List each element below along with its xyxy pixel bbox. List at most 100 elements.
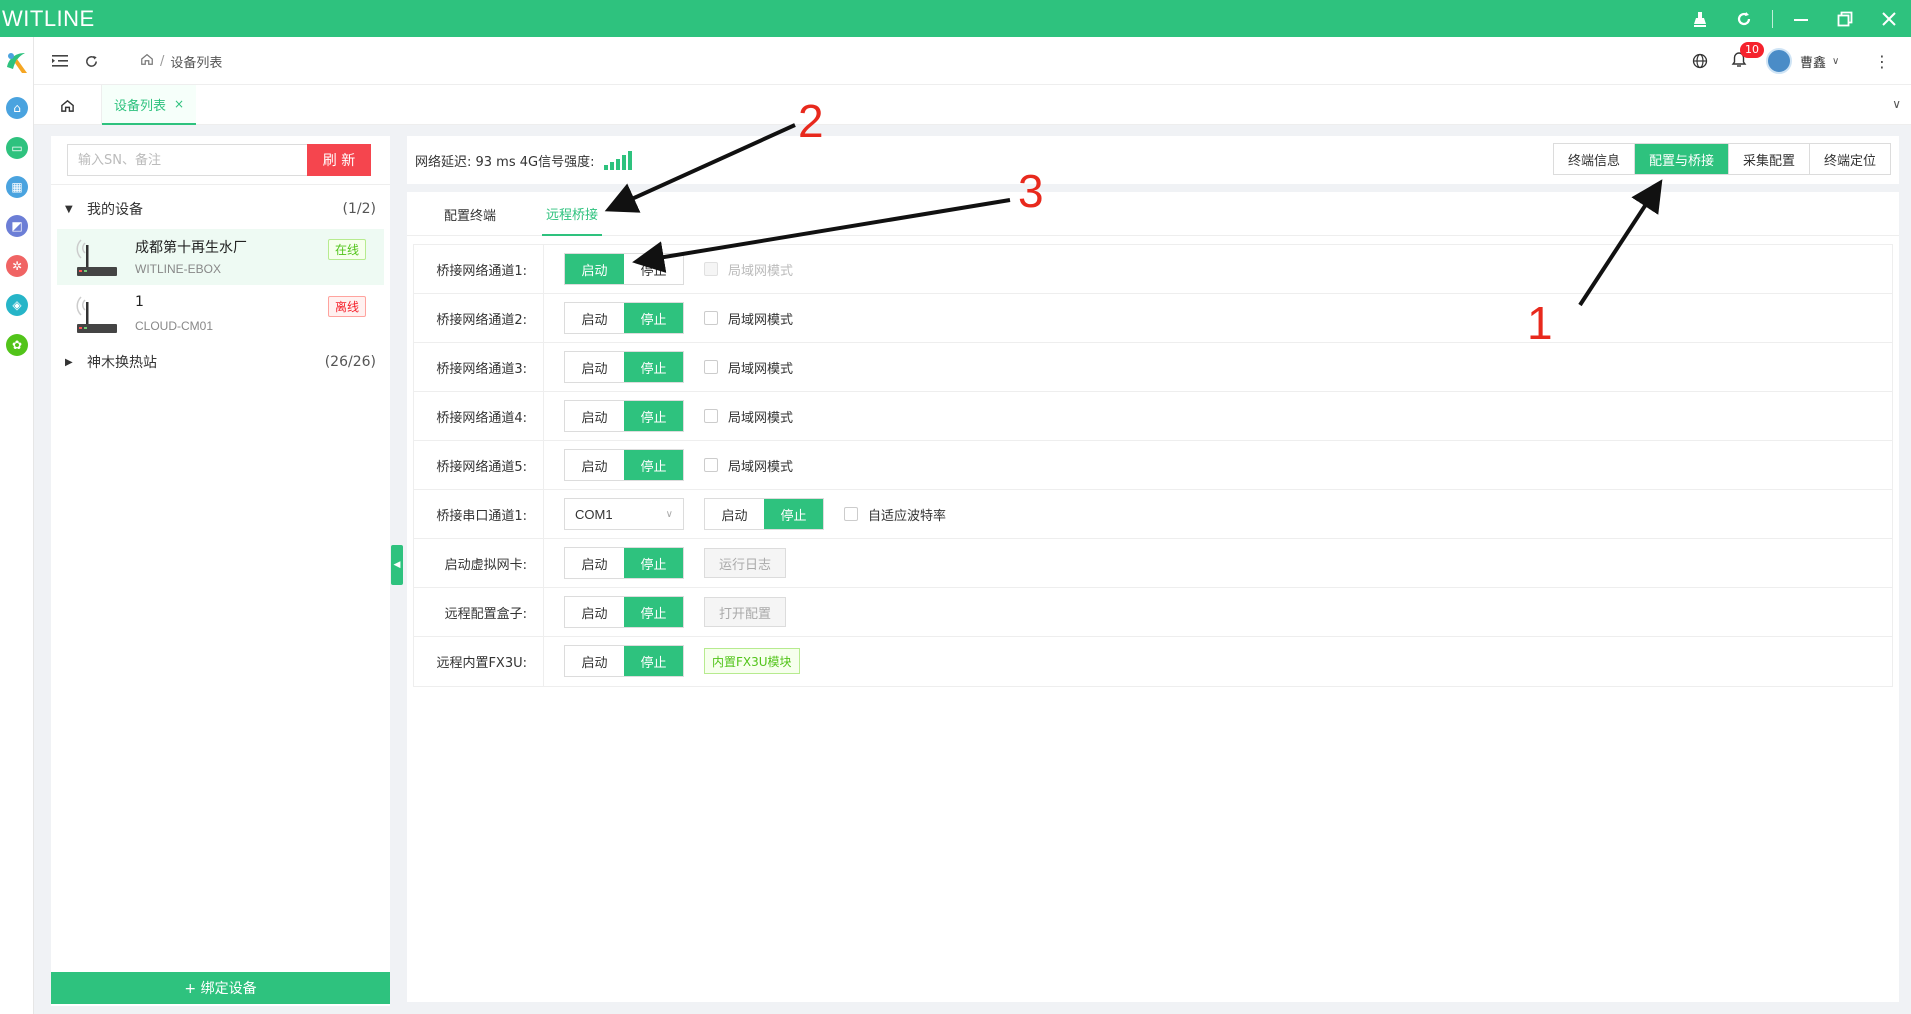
top-tab-group: 终端信息 配置与桥接 采集配置 终端定位 <box>1552 143 1891 175</box>
lan-mode-checkbox[interactable]: 局域网模式 <box>704 260 793 279</box>
stop-button[interactable]: 停止 <box>624 254 683 284</box>
reload-icon[interactable] <box>1722 0 1766 37</box>
row-label: 桥接网络通道5: <box>414 440 544 490</box>
minimize-icon[interactable] <box>1779 0 1823 37</box>
app-title: WITLINE <box>2 5 95 31</box>
row-controls: 启动 停止 局域网模式 <box>564 400 793 432</box>
start-stop-toggle: 启动 停止 <box>564 351 684 383</box>
device-search-input[interactable] <box>67 144 307 176</box>
aperture-nav-icon[interactable]: ✿ <box>6 334 28 356</box>
language-globe-icon[interactable] <box>1692 37 1708 85</box>
start-button[interactable]: 启动 <box>565 597 624 627</box>
stop-button[interactable]: 停止 <box>764 499 823 529</box>
subtab-config-terminal[interactable]: 配置终端 <box>440 192 500 236</box>
start-button[interactable]: 启动 <box>565 303 624 333</box>
table-row: 远程配置盒子: 启动 停止 打开配置 <box>414 587 1892 637</box>
start-stop-toggle: 启动 停止 <box>704 498 824 530</box>
tab-config-bridge[interactable]: 配置与桥接 <box>1633 144 1728 174</box>
row-label: 远程配置盒子: <box>414 587 544 637</box>
broom-icon[interactable] <box>1678 0 1722 37</box>
restore-icon[interactable] <box>1823 0 1867 37</box>
tabs-dropdown-icon[interactable]: ∨ <box>1892 97 1901 111</box>
start-stop-toggle: 启动 停止 <box>564 302 684 334</box>
row-controls: 启动 停止 打开配置 <box>564 596 787 628</box>
notification-bell[interactable]: 10 <box>1731 37 1764 85</box>
lan-mode-checkbox[interactable]: 局域网模式 <box>704 309 793 328</box>
start-stop-toggle: 启动 停止 <box>564 253 684 285</box>
serial-port-select[interactable]: COM1 ∨ <box>564 498 684 530</box>
home-tab[interactable] <box>34 85 102 125</box>
home-nav-icon[interactable]: ⌂ <box>6 97 28 119</box>
lan-mode-checkbox[interactable]: 局域网模式 <box>704 456 793 475</box>
row-label: 桥接网络通道4: <box>414 391 544 441</box>
user-name: 曹鑫 <box>1800 55 1827 71</box>
main-panel: 网络延迟: 93 ms 4G信号强度: 终端信息 配置与桥接 采集配置 终端定位… <box>407 136 1899 1002</box>
tab-terminal-info[interactable]: 终端信息 <box>1554 144 1634 174</box>
window-controls <box>1678 0 1911 37</box>
table-row: 桥接网络通道2: 启动 停止 局域网模式 <box>414 293 1892 343</box>
table-row: 桥接网络通道4: 启动 停止 局域网模式 <box>414 391 1892 441</box>
bridge-config-table: 桥接网络通道1: 启动 停止 局域网模式 桥接网络通道2: 启动 停止 局域网模… <box>413 244 1893 687</box>
top-header: / 设备列表 10 曹鑫 ∨ ⋮ <box>34 37 1911 85</box>
grid-nav-icon[interactable]: ▦ <box>6 176 28 198</box>
start-button[interactable]: 启动 <box>565 646 624 676</box>
tree-group-count: (1/2) <box>342 201 376 217</box>
row-controls: 启动 停止 运行日志 <box>564 547 787 579</box>
app-logo <box>3 47 31 75</box>
subtab-remote-bridge[interactable]: 远程桥接 <box>542 192 603 236</box>
start-stop-toggle: 启动 停止 <box>564 645 684 677</box>
lan-mode-checkbox[interactable]: 局域网模式 <box>704 407 793 426</box>
stop-button[interactable]: 停止 <box>624 401 683 431</box>
tab-collect-config[interactable]: 采集配置 <box>1727 144 1809 174</box>
more-vertical-icon[interactable]: ⋮ <box>1874 37 1890 85</box>
checkbox-box <box>704 262 718 276</box>
breadcrumb-current[interactable]: 设备列表 <box>170 52 222 71</box>
user-menu[interactable]: 曹鑫 ∨ <box>1766 37 1839 85</box>
settings-nav-icon[interactable]: ✲ <box>6 255 28 277</box>
start-stop-toggle: 启动 停止 <box>564 449 684 481</box>
open-config-button[interactable]: 打开配置 <box>704 597 787 627</box>
tree-group-my-devices[interactable]: ▼ 我的设备 (1/2) <box>51 193 390 225</box>
checkbox-box <box>844 507 858 521</box>
stop-button[interactable]: 停止 <box>624 597 683 627</box>
device-name: 成都第十再生水厂 <box>135 240 247 256</box>
bind-device-button[interactable]: + 绑定设备 <box>51 972 390 1004</box>
tab-terminal-location[interactable]: 终端定位 <box>1808 144 1890 174</box>
device-item[interactable]: 成都第十再生水厂 WITLINE-EBOX 在线 <box>57 229 384 285</box>
refresh-page-icon[interactable] <box>84 37 99 85</box>
adaptive-baud-checkbox[interactable]: 自适应波特率 <box>844 505 946 524</box>
stop-button[interactable]: 停止 <box>624 303 683 333</box>
stop-button[interactable]: 停止 <box>624 548 683 578</box>
refresh-button[interactable]: 刷 新 <box>307 144 371 176</box>
annotation-number-2: 2 <box>798 95 824 147</box>
chart-nav-icon[interactable]: ◩ <box>6 215 28 237</box>
tree-group-shenmu[interactable]: ▶ 神木换热站 (26/26) <box>51 346 390 378</box>
stop-button[interactable]: 停止 <box>624 450 683 480</box>
stop-button[interactable]: 停止 <box>624 646 683 676</box>
collapse-sidebar-handle[interactable]: ◀ <box>391 545 403 585</box>
start-button[interactable]: 启动 <box>705 499 764 529</box>
controls-divider <box>1772 9 1773 28</box>
run-log-button[interactable]: 运行日志 <box>704 548 787 578</box>
close-icon[interactable] <box>1867 0 1911 37</box>
start-button[interactable]: 启动 <box>565 548 624 578</box>
device-item[interactable]: 1 CLOUD-CM01 离线 <box>57 286 384 342</box>
lan-mode-checkbox[interactable]: 局域网模式 <box>704 358 793 377</box>
title-bar: WITLINE <box>0 0 1911 37</box>
device-nav-icon[interactable]: ▭ <box>6 137 28 159</box>
start-button[interactable]: 启动 <box>565 450 624 480</box>
page-tabs-bar: 设备列表 × ∨ <box>34 85 1911 125</box>
layers-nav-icon[interactable]: ◈ <box>6 294 28 316</box>
checkbox-box <box>704 409 718 423</box>
menu-toggle-icon[interactable] <box>52 37 68 85</box>
tab-device-list[interactable]: 设备列表 × <box>102 85 197 125</box>
start-button[interactable]: 启动 <box>565 254 624 284</box>
divider <box>51 184 390 185</box>
breadcrumb-home-icon[interactable] <box>140 52 154 70</box>
tab-close-icon[interactable]: × <box>174 97 184 111</box>
row-label: 桥接网络通道1: <box>414 244 544 294</box>
start-button[interactable]: 启动 <box>565 401 624 431</box>
row-label: 远程内置FX3U: <box>414 637 544 686</box>
stop-button[interactable]: 停止 <box>624 352 683 382</box>
start-button[interactable]: 启动 <box>565 352 624 382</box>
